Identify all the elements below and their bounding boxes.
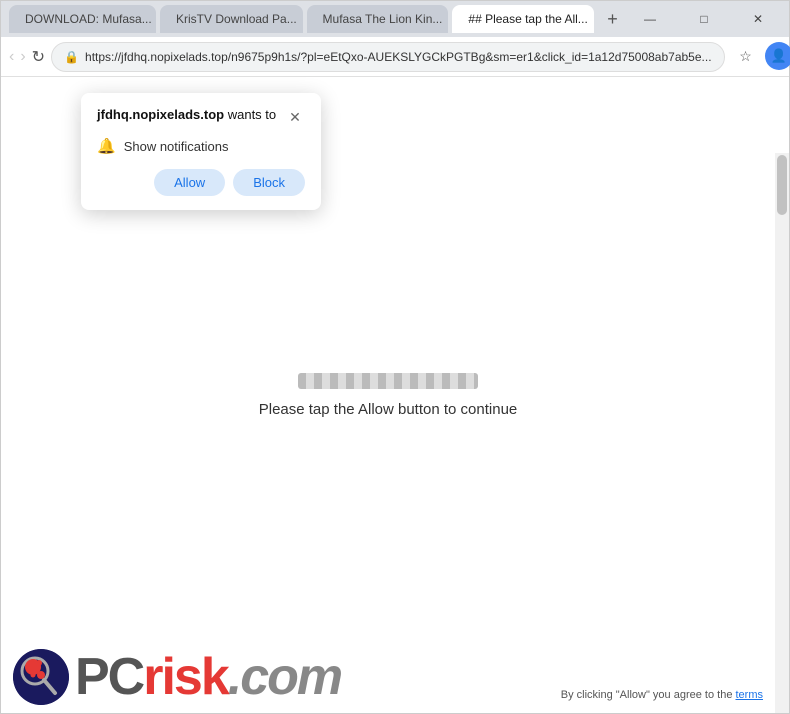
- tab-please-tap[interactable]: ## Please tap the All... ✕: [452, 5, 594, 33]
- toolbar-actions: ☆ 👤 ⋮: [731, 42, 790, 72]
- bookmark-button[interactable]: ☆: [731, 42, 761, 72]
- scrollbar-thumb[interactable]: [777, 155, 787, 215]
- minimize-button[interactable]: —: [627, 5, 673, 33]
- logo-com: .com: [228, 648, 341, 706]
- page-message: Please tap the Allow button to continue: [259, 401, 518, 418]
- new-tab-icon: +: [607, 9, 618, 30]
- profile-icon: 👤: [770, 48, 786, 64]
- close-button[interactable]: ✕: [735, 5, 781, 33]
- popup-header: jfdhq.nopixelads.top wants to ✕: [97, 107, 305, 127]
- forward-button[interactable]: ›: [20, 41, 25, 73]
- address-bar[interactable]: 🔒 https://jfdhq.nopixelads.top/n9675p9h1…: [51, 42, 724, 72]
- page-footer: PCrisk.com By clicking "Allow" you agree…: [1, 641, 775, 713]
- progress-bar-container: [298, 373, 478, 389]
- allow-button[interactable]: Allow: [154, 169, 225, 196]
- pcrisk-logo-svg: [13, 649, 69, 705]
- tab2-label: KrisTV Download Pa...: [176, 12, 297, 26]
- popup-close-button[interactable]: ✕: [285, 107, 305, 127]
- pcrisk-logo-text: PCrisk.com: [75, 651, 341, 703]
- tab3-label: Mufasa The Lion Kin...: [323, 12, 443, 26]
- popup-notification-row: 🔔 Show notifications: [97, 137, 305, 155]
- profile-button[interactable]: 👤: [765, 42, 790, 70]
- window-controls: — □ ✕: [627, 5, 781, 33]
- scrollbar[interactable]: [775, 153, 789, 713]
- terms-text: By clicking "Allow" you agree to the: [561, 689, 733, 701]
- popup-domain: jfdhq.nopixelads.top: [97, 107, 224, 122]
- browser-window: DOWNLOAD: Mufasa... ✕ KrisTV Download Pa…: [0, 0, 790, 714]
- popup-notification-text: Show notifications: [124, 139, 229, 154]
- tab1-label: DOWNLOAD: Mufasa...: [25, 12, 152, 26]
- logo-area: PCrisk.com: [13, 649, 341, 705]
- new-tab-button[interactable]: +: [602, 5, 623, 33]
- tab4-label: ## Please tap the All...: [468, 12, 587, 26]
- logo-risk: risk: [143, 648, 228, 706]
- popup-title: jfdhq.nopixelads.top wants to: [97, 107, 276, 122]
- logo-pc: PC: [75, 648, 143, 706]
- reload-button[interactable]: ↻: [32, 41, 45, 73]
- progress-bar: [298, 373, 478, 389]
- terms-link[interactable]: terms: [736, 689, 764, 701]
- tab-download-mufasa[interactable]: DOWNLOAD: Mufasa... ✕: [9, 5, 156, 33]
- tab-mufasa[interactable]: Mufasa The Lion Kin... ✕: [307, 5, 449, 33]
- browser-toolbar: ‹ › ↻ 🔒 https://jfdhq.nopixelads.top/n96…: [1, 37, 789, 77]
- bell-icon: 🔔: [97, 137, 116, 155]
- popup-buttons: Allow Block: [97, 169, 305, 196]
- popup-title-suffix: wants to: [224, 107, 276, 122]
- lock-icon: 🔒: [64, 50, 79, 64]
- footer-terms: By clicking "Allow" you agree to the ter…: [561, 689, 763, 705]
- tab-kristv[interactable]: KrisTV Download Pa... ✕: [160, 5, 303, 33]
- pcrisk-logo-icon: [13, 649, 69, 705]
- url-text: https://jfdhq.nopixelads.top/n9675p9h1s/…: [85, 50, 712, 64]
- content-area: jfdhq.nopixelads.top wants to ✕ 🔔 Show n…: [1, 77, 789, 713]
- notification-popup: jfdhq.nopixelads.top wants to ✕ 🔔 Show n…: [81, 93, 321, 210]
- back-button[interactable]: ‹: [9, 41, 14, 73]
- maximize-button[interactable]: □: [681, 5, 727, 33]
- block-button[interactable]: Block: [233, 169, 305, 196]
- title-bar: DOWNLOAD: Mufasa... ✕ KrisTV Download Pa…: [1, 1, 789, 37]
